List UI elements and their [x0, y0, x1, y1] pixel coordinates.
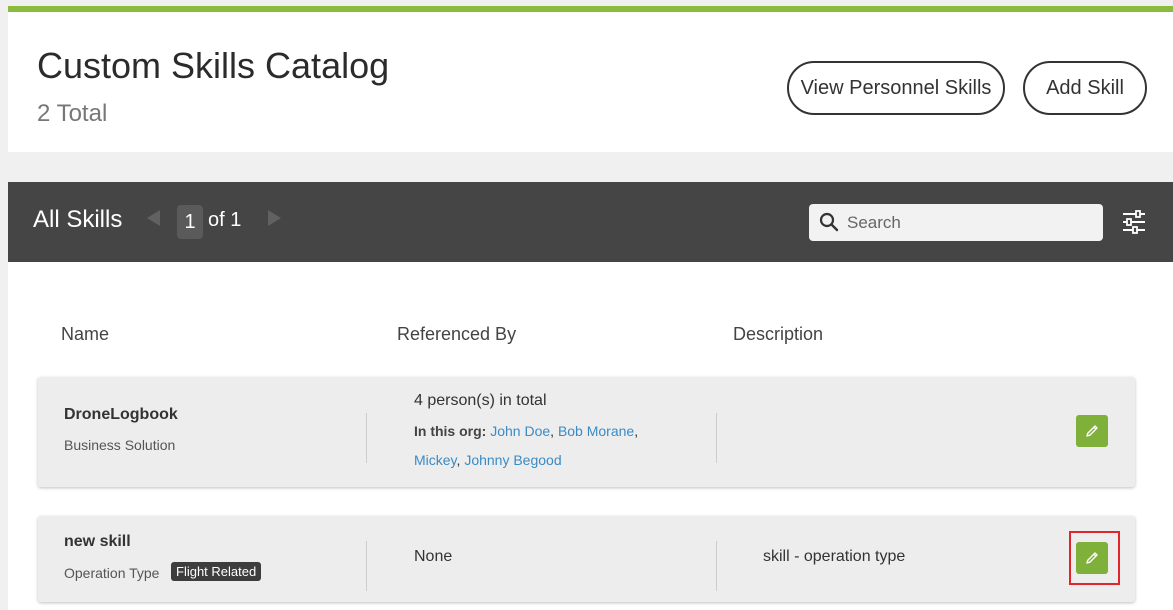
skill-name: DroneLogbook — [64, 406, 178, 423]
search-box[interactable] — [809, 204, 1103, 241]
column-divider — [716, 541, 717, 591]
table-row: new skill Operation Type Flight Related … — [38, 516, 1135, 602]
table-row: DroneLogbook Business Solution 4 person(… — [38, 377, 1135, 487]
skills-toolbar: All Skills 1 of 1 — [8, 182, 1173, 262]
skill-description: skill - operation type — [763, 548, 906, 565]
search-icon — [819, 212, 839, 232]
person-link[interactable]: Johnny Begood — [464, 452, 561, 468]
reference-org-line: In this org: John Doe, Bob Morane, — [414, 423, 639, 439]
skill-type: Operation Type — [64, 565, 160, 581]
column-divider — [716, 413, 717, 463]
total-count: 2 Total — [37, 100, 108, 127]
column-header-description: Description — [733, 324, 824, 344]
reference-total: None — [414, 548, 453, 565]
toolbar-title: All Skills — [33, 206, 123, 233]
reference-org-label: In this org: — [414, 423, 487, 439]
header-card: Custom Skills Catalog 2 Total View Perso… — [8, 6, 1173, 152]
skills-table: Name Referenced By Description DroneLogb… — [8, 262, 1173, 610]
person-link[interactable]: John Doe — [490, 423, 550, 439]
add-skill-button[interactable]: Add Skill — [1023, 61, 1147, 115]
pencil-icon — [1086, 552, 1098, 564]
view-personnel-skills-button[interactable]: View Personnel Skills — [787, 61, 1005, 115]
edit-button[interactable] — [1076, 415, 1108, 447]
flight-related-tag: Flight Related — [171, 562, 262, 581]
page-title: Custom Skills Catalog — [37, 45, 390, 86]
column-divider — [366, 413, 367, 463]
skill-type: Business Solution — [64, 437, 176, 453]
reference-total: 4 person(s) in total — [414, 392, 547, 409]
edit-button[interactable] — [1076, 542, 1108, 574]
search-input[interactable] — [847, 204, 1097, 241]
column-divider — [366, 541, 367, 591]
filter-sliders-icon[interactable] — [1122, 209, 1146, 235]
person-link[interactable]: Bob Morane — [558, 423, 634, 439]
skill-name: new skill — [64, 533, 131, 550]
column-header-referenced-by: Referenced By — [397, 324, 517, 344]
current-page[interactable]: 1 — [177, 205, 203, 239]
reference-org-line: Mickey, Johnny Begood — [414, 452, 562, 468]
chevron-right-icon[interactable] — [268, 210, 281, 226]
page-count: of 1 — [208, 209, 242, 231]
chevron-left-icon[interactable] — [147, 210, 160, 226]
person-link[interactable]: Mickey — [414, 452, 457, 468]
pencil-icon — [1086, 425, 1098, 437]
column-header-name: Name — [61, 324, 110, 344]
